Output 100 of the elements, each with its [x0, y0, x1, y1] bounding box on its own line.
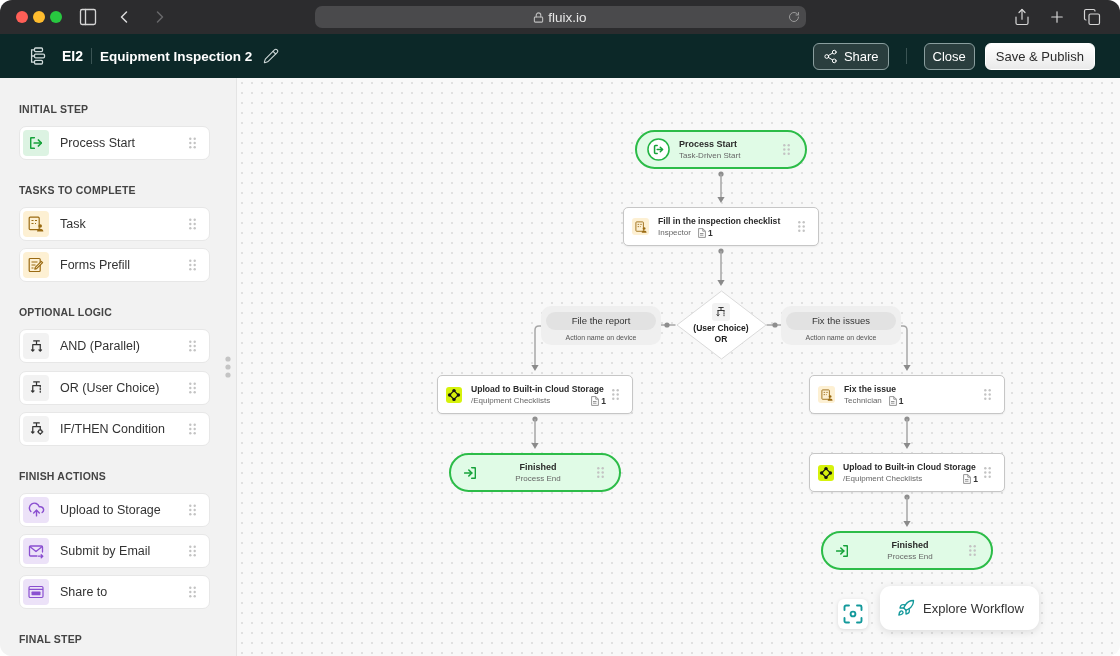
sidebar-toggle-button[interactable] — [78, 7, 98, 27]
file-icon — [963, 473, 972, 484]
drag-handle-icon[interactable] — [783, 144, 790, 155]
drag-handle-icon[interactable] — [189, 545, 196, 558]
section-title: INITIAL STEP — [19, 103, 89, 115]
drag-handle-icon[interactable] — [189, 381, 196, 394]
section-title: FINAL STEP — [19, 633, 83, 646]
publish-button[interactable]: Save & Publish — [984, 42, 1095, 70]
share-icon — [822, 48, 838, 64]
split-arrows-icon — [23, 333, 49, 360]
connector-arrow — [900, 325, 911, 371]
drag-handle-icon[interactable] — [189, 137, 196, 149]
cloud-upload-icon — [23, 496, 49, 523]
node-subtitle: Technician — [844, 395, 882, 406]
step-palette-item[interactable]: OR (User Choice) — [19, 370, 210, 405]
step-palette-item[interactable]: IF/THEN Condition — [19, 411, 210, 446]
decision-label: OR — [714, 334, 728, 345]
start-node[interactable]: Process Start Task-Driven Start — [635, 130, 807, 169]
drag-handle-icon[interactable] — [612, 389, 619, 400]
node-subtitle: /Equipment Checklists — [471, 395, 551, 406]
reload-icon[interactable] — [787, 11, 800, 23]
step-palette-item[interactable]: Upload to Storage — [19, 492, 210, 527]
window-minimize-icon[interactable] — [33, 11, 45, 23]
scan-frame-icon — [843, 604, 863, 624]
address-field[interactable]: fluix.io — [314, 6, 806, 28]
file-icon — [697, 227, 706, 238]
upload-node[interactable]: Upload to Built-in Cloud Storage /Equipment Checklists 1 — [809, 453, 1005, 492]
node-title: Process Start — [679, 138, 738, 150]
task-node[interactable]: Fill in the inspection checklist Inspector 1 — [623, 207, 819, 246]
drag-handle-icon[interactable] — [597, 467, 604, 478]
step-palette-item[interactable]: Task — [19, 207, 210, 241]
branch-name[interactable]: Fix the issues — [786, 311, 896, 330]
upload-node[interactable]: Upload to Built-in Cloud Storage /Equipment Checklists 1 — [437, 375, 633, 414]
drag-handle-icon[interactable] — [798, 221, 805, 232]
diamond-dots-icon — [446, 386, 462, 403]
enter-icon — [836, 544, 848, 557]
rocket-icon — [897, 599, 915, 617]
window-zoom-icon[interactable] — [50, 11, 62, 23]
explore-workflow-button[interactable]: Explore Workflow — [880, 586, 1039, 630]
drag-handle-icon[interactable] — [189, 586, 196, 599]
drag-handle-icon[interactable] — [189, 218, 196, 230]
browser-window-icon — [23, 579, 49, 606]
section-title: TASKS TO COMPLETE — [19, 184, 136, 196]
file-icon — [591, 395, 600, 406]
exit-icon — [647, 138, 670, 161]
share-icon[interactable] — [1013, 8, 1031, 26]
node-title: Upload to Built-in Cloud Storage — [843, 461, 976, 473]
step-label: IF/THEN Condition — [60, 421, 165, 436]
branch-name[interactable]: File the report — [546, 311, 656, 330]
decision-node[interactable]: (User Choice) OR — [675, 290, 767, 360]
resize-handle-icon[interactable] — [225, 356, 231, 378]
file-count: 1 — [601, 395, 606, 406]
drag-handle-icon[interactable] — [189, 340, 196, 353]
node-title: Upload to Built-in Cloud Storage — [471, 383, 604, 395]
connector-arrow — [531, 325, 542, 371]
step-label: AND (Parallel) — [60, 339, 140, 354]
share-button[interactable]: Share — [812, 42, 889, 70]
drag-handle-icon[interactable] — [189, 503, 196, 516]
node-title: Finished — [891, 539, 929, 551]
step-palette-item[interactable]: Process Start — [19, 126, 210, 160]
node-subtitle: Process End — [515, 473, 561, 484]
window-close-icon[interactable] — [16, 11, 28, 23]
form-user-icon — [818, 386, 835, 403]
drag-handle-icon[interactable] — [984, 389, 991, 400]
connector-arrow — [903, 416, 911, 449]
step-palette-item[interactable]: AND (Parallel) — [19, 329, 210, 364]
drag-handle-icon[interactable] — [984, 467, 991, 478]
split-arrow-gear-icon — [23, 415, 49, 442]
end-node[interactable]: Finished Process End — [821, 531, 993, 570]
url-text: fluix.io — [548, 9, 587, 25]
connector-line — [660, 322, 677, 328]
new-tab-icon[interactable] — [1048, 8, 1066, 26]
step-label: Upload to Storage — [60, 502, 161, 517]
edit-title-button[interactable] — [263, 48, 280, 64]
step-palette-item[interactable]: Submit by Email — [19, 534, 210, 569]
task-node[interactable]: Fix the issue Technician 1 — [809, 375, 1005, 414]
step-label: OR (User Choice) — [60, 380, 160, 395]
workflow-title: Equipment Inspection 2 — [100, 48, 253, 64]
node-subtitle: Task-Driven Start — [679, 150, 741, 161]
lock-icon — [533, 11, 545, 23]
focus-button[interactable] — [838, 599, 868, 629]
step-label: Forms Prefill — [60, 258, 131, 273]
end-node[interactable]: Finished Process End — [449, 453, 621, 492]
node-subtitle: Process End — [887, 551, 933, 562]
workflow-code: EI2 — [62, 48, 83, 64]
enter-icon — [464, 466, 476, 479]
drag-handle-icon[interactable] — [189, 422, 196, 435]
connector-arrow — [717, 171, 725, 203]
step-palette-item[interactable]: Share to — [19, 575, 210, 610]
drag-handle-icon[interactable] — [189, 259, 196, 272]
form-user-icon — [23, 211, 49, 237]
pencil-icon — [263, 48, 280, 64]
step-palette-item[interactable]: Forms Prefill — [19, 248, 210, 283]
step-label: Task — [60, 217, 86, 231]
flowchart-icon — [30, 47, 46, 65]
tabs-overview-icon[interactable] — [1083, 8, 1101, 26]
drag-handle-icon[interactable] — [969, 545, 976, 556]
close-button[interactable]: Close — [923, 42, 975, 70]
file-count: 1 — [898, 395, 904, 406]
form-user-icon — [632, 218, 649, 235]
